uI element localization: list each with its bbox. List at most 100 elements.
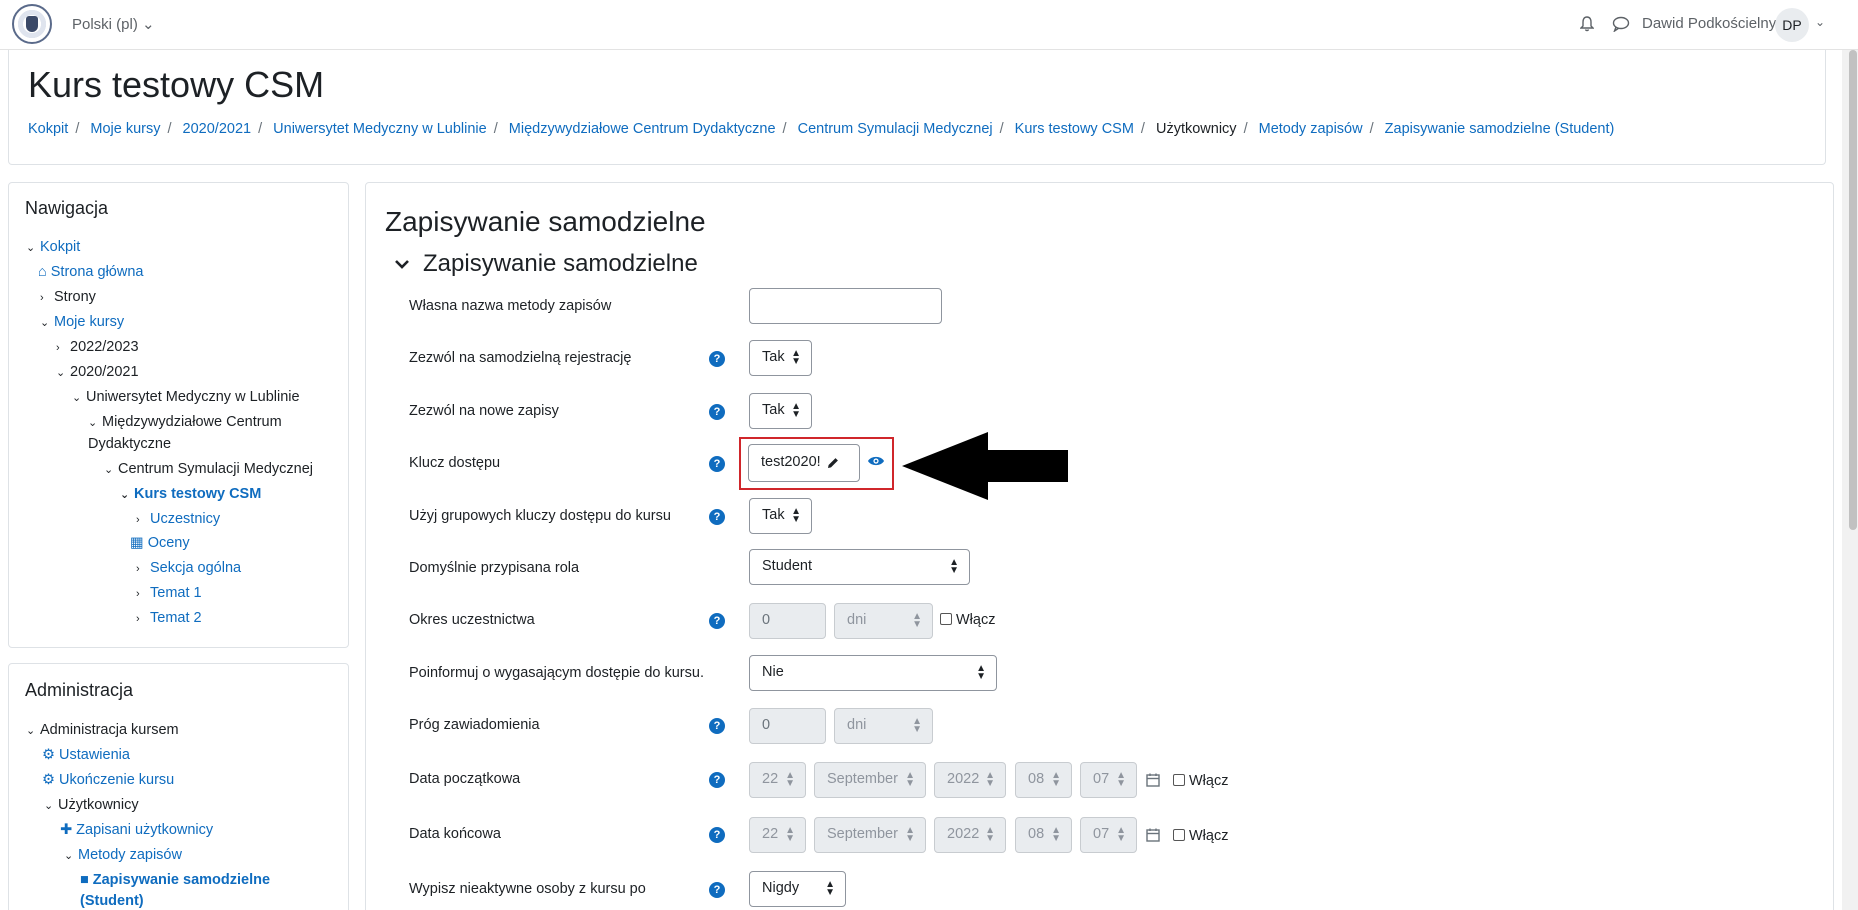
help-icon[interactable]: ? xyxy=(709,404,725,420)
start-hour-select[interactable]: 08 ▲ ▼ xyxy=(1015,762,1072,798)
nav-item-moje-kursy[interactable]: ⌄ Moje kursy xyxy=(40,314,124,330)
access-key-label: Klucz dostępu xyxy=(409,455,501,471)
nav-item-umlub[interactable]: ⌄ Uniwersytet Medyczny w Lublinie xyxy=(72,389,300,405)
pencil-icon[interactable] xyxy=(826,456,840,470)
navigation-title: Nawigacja xyxy=(25,198,109,218)
breadcrumb-item[interactable]: Metody zapisów xyxy=(1259,121,1363,137)
select-caret-icon: ▲ ▼ xyxy=(791,506,801,525)
select-caret-icon: ▲ ▼ xyxy=(791,348,801,367)
calendar-icon[interactable] xyxy=(1146,828,1160,842)
university-logo-icon[interactable] xyxy=(12,4,52,44)
start-date-enable-checkbox[interactable]: Włącz xyxy=(1173,773,1228,789)
admin-item-self-enrol[interactable]: ■ Zapisywanie samodzielne xyxy=(80,872,270,888)
scrollbar-thumb[interactable] xyxy=(1849,50,1857,530)
default-role-select[interactable]: Student ▲ ▼ xyxy=(749,549,970,585)
nav-item-temat-1[interactable]: › Temat 1 xyxy=(136,585,202,601)
help-icon[interactable]: ? xyxy=(709,772,725,788)
admin-item-completion[interactable]: ⚙ Ukończenie kursu xyxy=(42,772,174,788)
start-minute-select[interactable]: 07 ▲ ▼ xyxy=(1080,762,1137,798)
gear-icon: ⚙ xyxy=(42,747,55,763)
annotation-arrow xyxy=(902,432,1068,500)
user-name[interactable]: Dawid Podkościelny xyxy=(1642,15,1776,32)
admin-item-users[interactable]: ⌄ Użytkownicy xyxy=(44,797,139,813)
select-caret-icon: ▲ ▼ xyxy=(1051,825,1061,844)
nav-item-2022-2023[interactable]: › 2022/2023 xyxy=(56,339,139,355)
notify-threshold-input[interactable]: 0 xyxy=(749,708,826,744)
select-caret-icon: ▲ ▼ xyxy=(905,825,915,844)
gear-icon: ⚙ xyxy=(42,772,55,788)
nav-item-sekcja-ogolna[interactable]: › Sekcja ogólna xyxy=(136,560,241,576)
breadcrumb-item[interactable]: Kokpit xyxy=(28,121,68,137)
breadcrumb-item[interactable]: 2020/2021 xyxy=(183,121,252,137)
admin-item-enrol-methods[interactable]: ⌄ Metody zapisów xyxy=(64,847,182,863)
end-month-select[interactable]: September ▲ ▼ xyxy=(814,817,926,853)
end-year-select[interactable]: 2022 ▲ ▼ xyxy=(934,817,1006,853)
custom-name-label: Własna nazwa metody zapisów xyxy=(409,298,612,314)
nav-item-strona-glowna[interactable]: ⌂ Strona główna xyxy=(38,264,143,280)
unenrol-inactive-select[interactable]: Nigdy ▲ ▼ xyxy=(749,871,846,907)
custom-name-input[interactable] xyxy=(749,288,942,324)
avatar[interactable]: DP xyxy=(1775,8,1809,42)
end-date-enable-checkbox[interactable]: Włącz xyxy=(1173,828,1228,844)
page-heading: Zapisywanie samodzielne xyxy=(385,206,706,237)
end-date-label: Data końcowa xyxy=(409,826,501,842)
nav-item-uczestnicy[interactable]: › Uczestnicy xyxy=(136,511,220,527)
nav-item-2020-2021[interactable]: ⌄ 2020/2021 xyxy=(56,364,139,380)
breadcrumb-item[interactable]: Moje kursy xyxy=(90,121,160,137)
breadcrumb-item[interactable]: Kurs testowy CSM xyxy=(1015,121,1134,137)
breadcrumb-item[interactable]: Zapisywanie samodzielne (Student) xyxy=(1385,121,1615,137)
nav-item-strony[interactable]: › Strony xyxy=(40,289,96,305)
select-caret-icon: ▲ ▼ xyxy=(912,716,922,735)
breadcrumb-item[interactable]: Międzywydziałowe Centrum Dydaktyczne xyxy=(509,121,776,137)
help-icon[interactable]: ? xyxy=(709,882,725,898)
enrol-period-unit-select[interactable]: dni ▲ ▼ xyxy=(834,603,933,639)
eye-icon[interactable] xyxy=(867,455,885,467)
help-icon[interactable]: ? xyxy=(709,613,725,629)
chat-icon[interactable] xyxy=(1612,16,1630,32)
help-icon[interactable]: ? xyxy=(709,718,725,734)
nav-item-mcd[interactable]: ⌄ Międzywydziałowe Centrum xyxy=(88,414,282,430)
bell-icon[interactable] xyxy=(1580,16,1594,32)
select-caret-icon: ▲ ▼ xyxy=(1116,825,1126,844)
select-caret-icon: ▲ ▼ xyxy=(985,825,995,844)
select-caret-icon: ▲ ▼ xyxy=(905,770,915,789)
select-caret-icon: ▲ ▼ xyxy=(791,401,801,420)
section-heading[interactable]: Zapisywanie samodzielne xyxy=(395,250,698,278)
notify-expiry-select[interactable]: Nie ▲ ▼ xyxy=(749,655,997,691)
admin-item-course-admin[interactable]: ⌄ Administracja kursem xyxy=(26,722,179,738)
help-icon[interactable]: ? xyxy=(709,456,725,472)
allow-new-select[interactable]: Tak ▲ ▼ xyxy=(749,393,812,429)
home-icon: ⌂ xyxy=(38,264,47,280)
start-year-select[interactable]: 2022 ▲ ▼ xyxy=(934,762,1006,798)
select-caret-icon: ▲ ▼ xyxy=(949,557,959,576)
end-hour-select[interactable]: 08 ▲ ▼ xyxy=(1015,817,1072,853)
start-month-select[interactable]: September ▲ ▼ xyxy=(814,762,926,798)
calendar-icon[interactable] xyxy=(1146,773,1160,787)
admin-item-enrolled-users[interactable]: ✚ Zapisani użytkownicy xyxy=(60,822,213,838)
nav-item-oceny[interactable]: ▦ Oceny xyxy=(130,535,190,551)
enrol-period-enable-checkbox[interactable]: Włącz xyxy=(940,612,995,628)
access-key-field[interactable]: test2020! xyxy=(748,444,860,482)
end-day-select[interactable]: 22 ▲ ▼ xyxy=(749,817,806,853)
nav-item-csm[interactable]: ⌄ Centrum Symulacji Medycznej xyxy=(104,461,313,477)
nav-item-current-course[interactable]: ⌄ Kurs testowy CSM xyxy=(120,486,261,502)
allow-self-select[interactable]: Tak ▲ ▼ xyxy=(749,340,812,376)
nav-item-kokpit[interactable]: ⌄ Kokpit xyxy=(26,239,80,255)
help-icon[interactable]: ? xyxy=(709,351,725,367)
select-caret-icon: ▲ ▼ xyxy=(985,770,995,789)
breadcrumb-item[interactable]: Uniwersytet Medyczny w Lublinie xyxy=(273,121,487,137)
group-keys-label: Użyj grupowych kluczy dostępu do kursu xyxy=(409,508,671,524)
admin-item-settings[interactable]: ⚙ Ustawienia xyxy=(42,747,130,763)
nav-item-temat-2[interactable]: › Temat 2 xyxy=(136,610,202,626)
help-icon[interactable]: ? xyxy=(709,827,725,843)
enrol-period-input[interactable]: 0 xyxy=(749,603,826,639)
help-icon[interactable]: ? xyxy=(709,509,725,525)
user-menu-caret-icon[interactable]: ⌄ xyxy=(1815,15,1825,29)
language-menu[interactable]: Polski (pl) ⌄ xyxy=(72,15,155,33)
notify-threshold-unit-select[interactable]: dni ▲ ▼ xyxy=(834,708,933,744)
breadcrumb-item[interactable]: Centrum Symulacji Medycznej xyxy=(798,121,993,137)
group-keys-select[interactable]: Tak ▲ ▼ xyxy=(749,498,812,534)
end-minute-select[interactable]: 07 ▲ ▼ xyxy=(1080,817,1137,853)
start-day-select[interactable]: 22 ▲ ▼ xyxy=(749,762,806,798)
notify-expiry-label: Poinformuj o wygasającym dostępie do kur… xyxy=(409,665,704,681)
